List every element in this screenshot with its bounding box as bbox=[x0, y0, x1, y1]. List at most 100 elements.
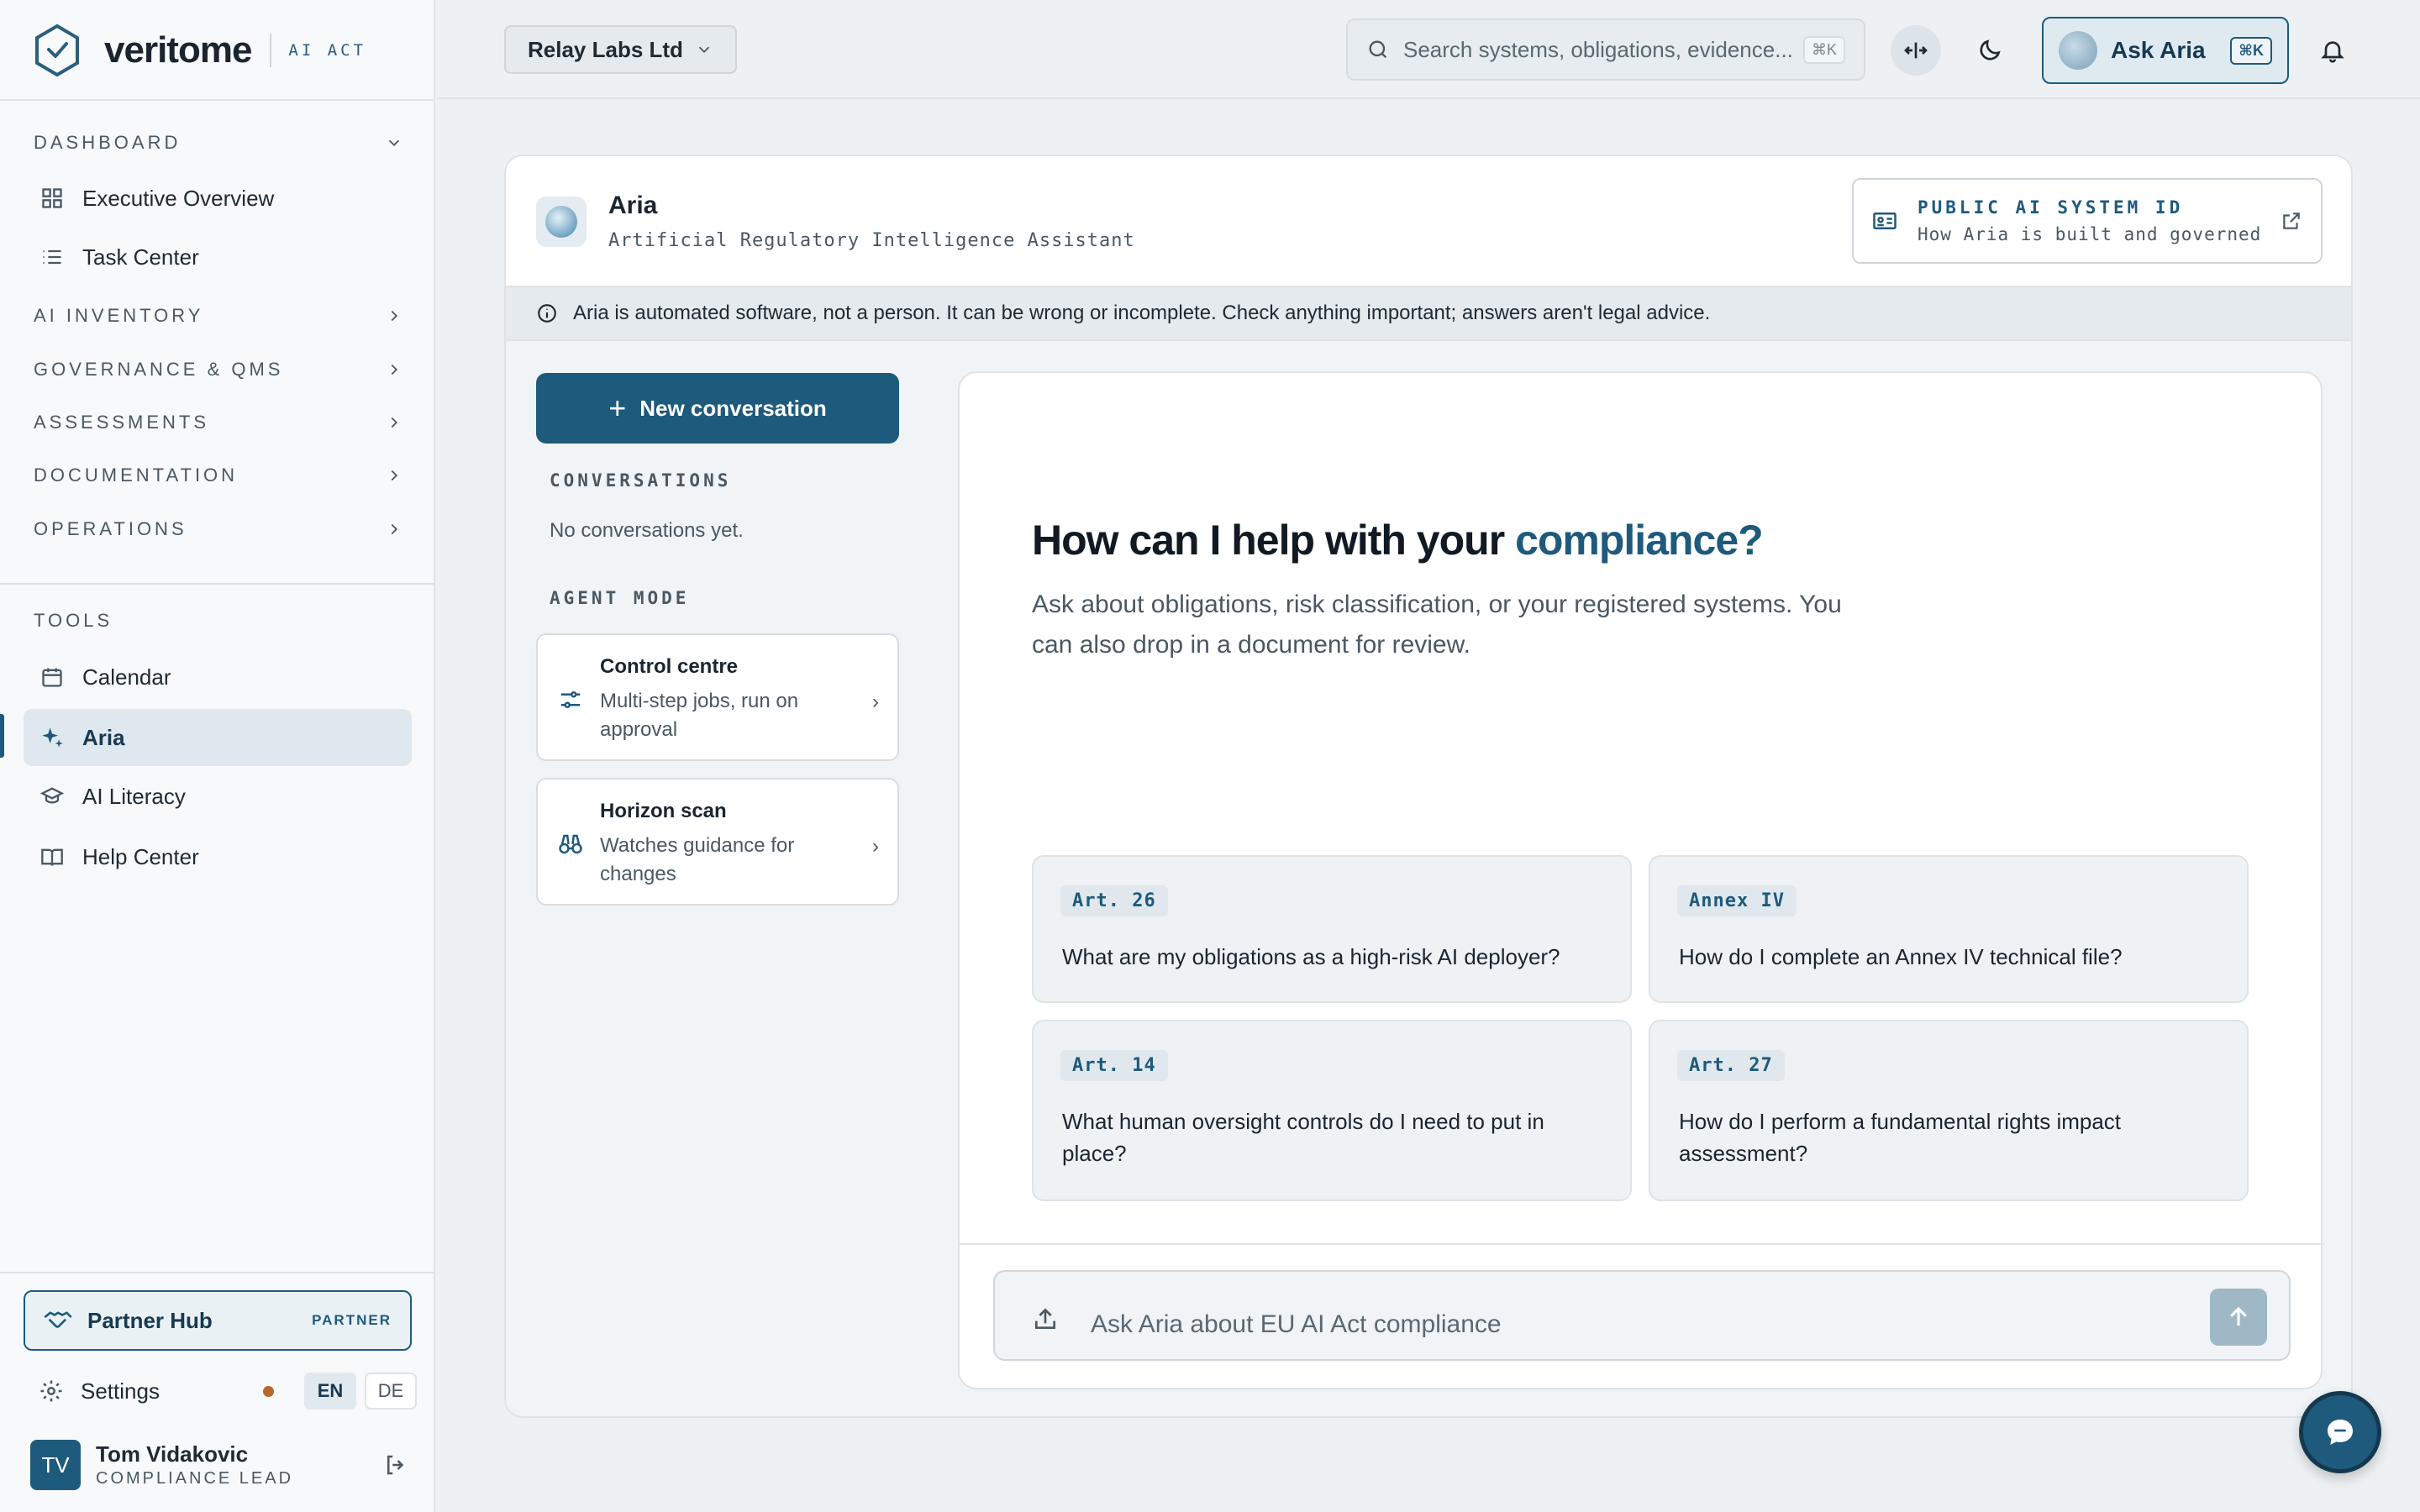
suggestion-tag: Annex IV bbox=[1677, 885, 1797, 916]
moon-icon bbox=[1980, 39, 2001, 60]
section-operations[interactable]: OPERATIONS bbox=[34, 514, 403, 544]
sidebar-item-help-center[interactable]: Help Center bbox=[24, 828, 412, 885]
chevron-right-icon bbox=[391, 310, 398, 322]
section-documentation[interactable]: DOCUMENTATION bbox=[34, 460, 403, 491]
sidebar-item-label: Task Center bbox=[82, 244, 199, 270]
composer-divider bbox=[960, 1243, 2324, 1245]
top-bar: Relay Labs Ltd Search systems, obligatio… bbox=[437, 0, 2420, 99]
brand-separator bbox=[270, 34, 272, 67]
public-ai-system-id-link[interactable]: PUBLIC AI SYSTEM ID How Aria is built an… bbox=[1852, 178, 2323, 264]
arrows-horizontal-icon bbox=[1904, 42, 1928, 59]
disclaimer-text: Aria is automated software, not a person… bbox=[573, 302, 1711, 324]
suggestion-card-art-26[interactable]: Art. 26 What are my obligations as a hig… bbox=[1032, 855, 1632, 1003]
sidebar-item-label: Help Center bbox=[82, 843, 199, 869]
sidebar-item-calendar[interactable]: Calendar bbox=[24, 648, 412, 706]
partner-hub-label: Partner Hub bbox=[87, 1307, 213, 1333]
binoculars-icon bbox=[559, 834, 582, 854]
section-assessments[interactable]: ASSESSMENTS bbox=[34, 407, 403, 438]
ask-aria-label: Ask Aria bbox=[2111, 37, 2206, 63]
section-label: GOVERNANCE & QMS bbox=[34, 359, 284, 380]
partner-badge: PARTNER bbox=[312, 1312, 392, 1328]
gear-icon bbox=[40, 1380, 62, 1402]
conversations-heading: CONVERSATIONS bbox=[550, 470, 732, 491]
chevron-right-icon: › bbox=[872, 835, 879, 858]
send-button[interactable] bbox=[2210, 1289, 2267, 1346]
sidebar-item-aria[interactable]: Aria bbox=[24, 709, 412, 766]
upload-icon[interactable] bbox=[1032, 1305, 1059, 1332]
id-card-icon bbox=[1873, 213, 1897, 229]
chat-input[interactable]: Ask Aria about EU AI Act compliance bbox=[993, 1270, 2291, 1361]
expand-width-button[interactable] bbox=[1891, 25, 1941, 76]
sidebar-divider bbox=[0, 583, 435, 585]
chat-bubble-icon bbox=[2328, 1420, 2353, 1445]
avatar[interactable]: TV bbox=[30, 1440, 81, 1490]
logout-icon[interactable] bbox=[383, 1452, 408, 1478]
agent-mode-description: Multi-step jobs, run on approval bbox=[600, 690, 799, 741]
chat-support-button[interactable] bbox=[2299, 1391, 2381, 1473]
aria-avatar-icon bbox=[536, 197, 587, 247]
search-icon bbox=[1369, 40, 1387, 59]
chevron-right-icon bbox=[391, 364, 398, 375]
brand-name: veritome bbox=[104, 29, 252, 71]
section-label: DASHBOARD bbox=[34, 132, 182, 153]
language-en-button[interactable]: EN bbox=[304, 1373, 356, 1410]
page-subtitle: Artificial Regulatory Intelligence Assis… bbox=[608, 230, 1135, 251]
chat-area: How can I help with your compliance? Ask… bbox=[958, 371, 2324, 1389]
sidebar-item-task-center[interactable]: Task Center bbox=[24, 228, 412, 286]
plus-icon: + bbox=[608, 391, 627, 425]
sliders-icon bbox=[560, 691, 581, 708]
suggestion-question: What are my obligations as a high-risk A… bbox=[1062, 944, 1560, 969]
user-profile: TV Tom Vidakovic COMPLIANCE LEAD bbox=[30, 1440, 408, 1490]
organization-name: Relay Labs Ltd bbox=[528, 36, 683, 62]
chat-headline: How can I help with your compliance? bbox=[1032, 516, 1764, 564]
public-id-subtitle: How Aria is built and governed bbox=[1918, 224, 2262, 244]
suggestion-card-annex-iv[interactable]: Annex IV How do I complete an Annex IV t… bbox=[1649, 855, 2249, 1003]
notifications-button[interactable] bbox=[2307, 25, 2358, 76]
section-governance-qms[interactable]: GOVERNANCE & QMS bbox=[34, 354, 403, 385]
chevron-down-icon bbox=[388, 139, 400, 147]
suggestion-tag: Art. 26 bbox=[1060, 885, 1168, 916]
graduation-cap-icon bbox=[40, 787, 64, 804]
sidebar-item-label: Executive Overview bbox=[82, 185, 275, 211]
grid-icon bbox=[42, 188, 62, 208]
agent-mode-horizon-scan[interactable]: Horizon scan Watches guidance for change… bbox=[536, 778, 899, 906]
sidebar-divider bbox=[0, 99, 435, 101]
aria-header: Aria Artificial Regulatory Intelligence … bbox=[506, 156, 2351, 286]
suggestion-card-art-27[interactable]: Art. 27 How do I perform a fundamental r… bbox=[1649, 1020, 2249, 1201]
language-de-button[interactable]: DE bbox=[365, 1373, 417, 1410]
sidebar-item-label: Calendar bbox=[82, 664, 171, 690]
tools-heading: TOOLS bbox=[34, 610, 113, 631]
section-label: AI INVENTORY bbox=[34, 305, 204, 326]
section-ai-inventory[interactable]: AI INVENTORY bbox=[34, 301, 403, 331]
section-dashboard[interactable]: DASHBOARD bbox=[34, 128, 403, 158]
agent-mode-title: Control centre bbox=[600, 655, 739, 678]
partner-hub-button[interactable]: Partner Hub PARTNER bbox=[24, 1290, 412, 1351]
search-shortcut: ⌘K bbox=[1802, 35, 1845, 64]
chat-intro: Ask about obligations, risk classificati… bbox=[1032, 591, 1842, 659]
sidebar-item-ai-literacy[interactable]: AI Literacy bbox=[24, 768, 412, 825]
organization-selector[interactable]: Relay Labs Ltd bbox=[504, 25, 737, 74]
disclaimer-banner: Aria is automated software, not a person… bbox=[506, 286, 2351, 341]
agent-mode-control-centre[interactable]: Control centre Multi-step jobs, run on a… bbox=[536, 633, 899, 761]
new-conversation-label: New conversation bbox=[639, 395, 827, 421]
suggestion-question: What human oversight controls do I need … bbox=[1062, 1109, 1544, 1166]
dark-mode-toggle[interactable] bbox=[1965, 25, 2015, 76]
active-indicator bbox=[0, 714, 4, 758]
chevron-right-icon bbox=[391, 417, 398, 428]
section-label: ASSESSMENTS bbox=[34, 412, 210, 433]
external-link-icon bbox=[2283, 213, 2300, 229]
agent-mode-title: Horizon scan bbox=[600, 800, 727, 822]
settings-link[interactable]: Settings bbox=[81, 1378, 263, 1404]
brand[interactable]: veritome AI ACT bbox=[34, 24, 366, 77]
sidebar-item-executive-overview[interactable]: Executive Overview bbox=[24, 170, 412, 227]
agent-mode-description: Watches guidance for changes bbox=[600, 834, 795, 885]
sidebar-item-label: AI Literacy bbox=[82, 783, 186, 809]
search-placeholder: Search systems, obligations, evidence... bbox=[1403, 36, 1793, 62]
search-input[interactable]: Search systems, obligations, evidence...… bbox=[1346, 18, 1865, 81]
ask-aria-button[interactable]: Ask Aria ⌘K bbox=[2042, 17, 2289, 84]
new-conversation-button[interactable]: + New conversation bbox=[536, 373, 899, 444]
aria-orb-icon bbox=[2059, 31, 2097, 70]
status-dot bbox=[263, 1385, 274, 1397]
suggestion-card-art-14[interactable]: Art. 14 What human oversight controls do… bbox=[1032, 1020, 1632, 1201]
suggestion-tag: Art. 14 bbox=[1060, 1050, 1168, 1081]
